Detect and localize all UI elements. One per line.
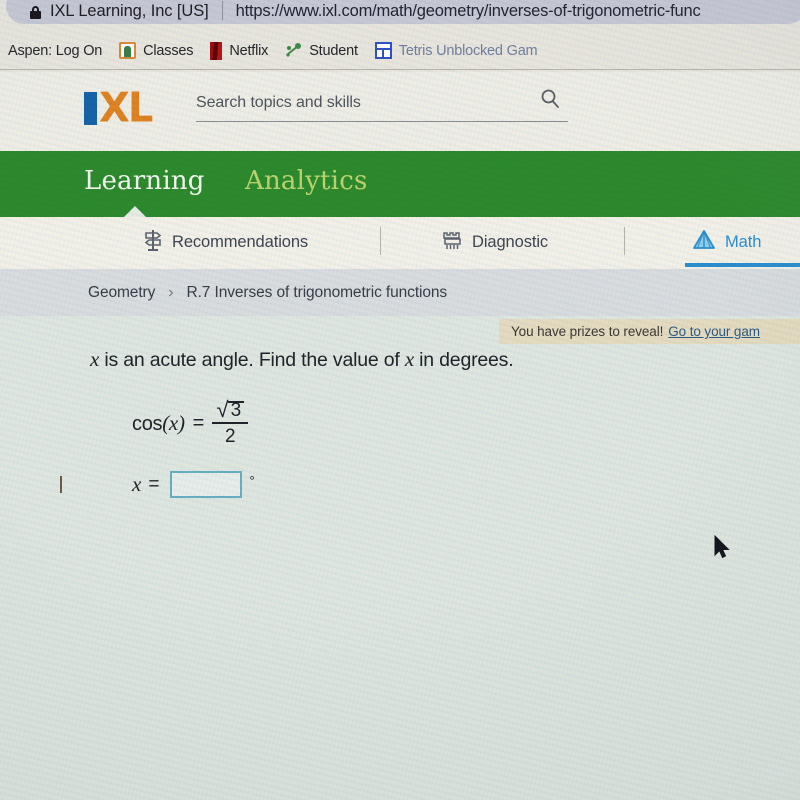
screen-photo: IXL Learning, Inc [US] https://www.ixl.c…: [0, 0, 800, 800]
tab-label: Recommendations: [172, 233, 309, 251]
nav-item-learning[interactable]: Learning: [84, 166, 205, 196]
logo-xl-text: XL: [99, 84, 153, 131]
primary-nav: Learning Analytics: [0, 151, 800, 218]
url-divider: [221, 1, 223, 20]
bookmarks-bar: Aspen: Log On Classes Netflix Student Te…: [0, 32, 800, 70]
tab-label: Diagnostic: [472, 233, 549, 251]
answer-equals-sign: =: [148, 473, 160, 495]
radicand: 3: [230, 400, 242, 421]
fraction-denominator: 2: [225, 425, 236, 447]
tab-diagnostic[interactable]: Diagnostic: [442, 229, 548, 256]
prompt-tail: in degrees.: [413, 349, 514, 371]
site-header: XL: [0, 72, 800, 151]
search-bar: [196, 89, 568, 122]
answer-variable-label: x: [132, 472, 142, 496]
prize-banner-text: You have prizes to reveal!: [511, 324, 664, 339]
bookmark-netflix[interactable]: Netflix: [210, 41, 269, 60]
prize-banner-link[interactable]: Go to your gam: [668, 324, 760, 339]
fraction: √ 3 2: [212, 399, 249, 447]
nav-item-analytics[interactable]: Analytics: [245, 166, 368, 196]
url-text: https://www.ixl.com/math/geometry/invers…: [235, 2, 701, 20]
breadcrumb-skill: R.7 Inverses of trigonometric functions: [186, 283, 448, 301]
prompt-middle: is an acute angle. Find the value of: [99, 349, 405, 371]
answer-input[interactable]: [170, 471, 243, 498]
site-identity-label: IXL Learning, Inc [US]: [50, 2, 209, 20]
secondary-tab-bar: Recommendations Diagnostic Math: [0, 217, 800, 269]
chevron-right-icon: ›: [168, 283, 174, 301]
breadcrumb: Geometry › R.7 Inverses of trigonometric…: [0, 269, 800, 316]
prompt-variable: x: [90, 347, 100, 371]
bookmark-student[interactable]: Student: [285, 42, 358, 59]
bookmark-label: Student: [309, 42, 358, 59]
text-caret: [60, 476, 62, 493]
cos-label: cos: [132, 412, 163, 435]
question-area: x is an acute angle. Find the value of x…: [0, 316, 800, 800]
tab-recommendations[interactable]: Recommendations: [143, 229, 308, 256]
classes-icon: [119, 42, 137, 59]
tab-label: Math: [725, 233, 762, 251]
radical: √ 3: [217, 399, 244, 421]
bookmark-classes[interactable]: Classes: [119, 42, 194, 59]
search-input[interactable]: [196, 94, 516, 112]
answer-row: x = °: [132, 471, 255, 498]
student-icon: [285, 42, 302, 59]
prize-banner: You have prizes to reveal! Go to your ga…: [499, 319, 800, 344]
bookmark-aspen[interactable]: Aspen: Log On: [8, 43, 102, 59]
fraction-numerator: √ 3: [217, 399, 245, 422]
netflix-icon: [210, 41, 223, 60]
bookmark-label: Classes: [143, 42, 194, 59]
address-bar[interactable]: IXL Learning, Inc [US] https://www.ixl.c…: [6, 0, 800, 24]
bookmark-label: Netflix: [229, 42, 269, 59]
tab-divider: [380, 227, 381, 255]
mouse-cursor: [714, 534, 732, 566]
pyramid-icon: [692, 229, 716, 256]
bookmark-label: Tetris Unblocked Gam: [398, 42, 538, 59]
equation: cos(x) = √ 3 2: [132, 399, 249, 447]
question-prompt: x is an acute angle. Find the value of x…: [90, 347, 514, 372]
degree-symbol: °: [249, 473, 255, 488]
radical-bar: [227, 401, 244, 403]
tab-math[interactable]: Math: [692, 229, 761, 256]
bookmark-label: Aspen: Log On: [8, 42, 103, 59]
browser-chrome: IXL Learning, Inc [US] https://www.ixl.c…: [0, 0, 800, 72]
lock-icon: [30, 6, 41, 19]
logo-i-mark: [84, 91, 97, 125]
signpost-icon: [143, 229, 163, 256]
bookmark-tetris[interactable]: Tetris Unblocked Gam: [374, 42, 538, 59]
equals-sign: =: [192, 411, 205, 434]
cos-argument: (x): [162, 410, 185, 435]
equation-left-side: cos(x): [132, 411, 185, 436]
tab-divider: [624, 227, 625, 255]
active-tab-underline: [685, 263, 800, 267]
prompt-variable: x: [404, 347, 414, 371]
tetris-icon: [374, 42, 392, 59]
ixl-logo[interactable]: XL: [84, 84, 153, 131]
breadcrumb-subject[interactable]: Geometry: [88, 284, 155, 302]
search-icon[interactable]: [540, 88, 560, 108]
fortress-icon: [442, 229, 463, 256]
